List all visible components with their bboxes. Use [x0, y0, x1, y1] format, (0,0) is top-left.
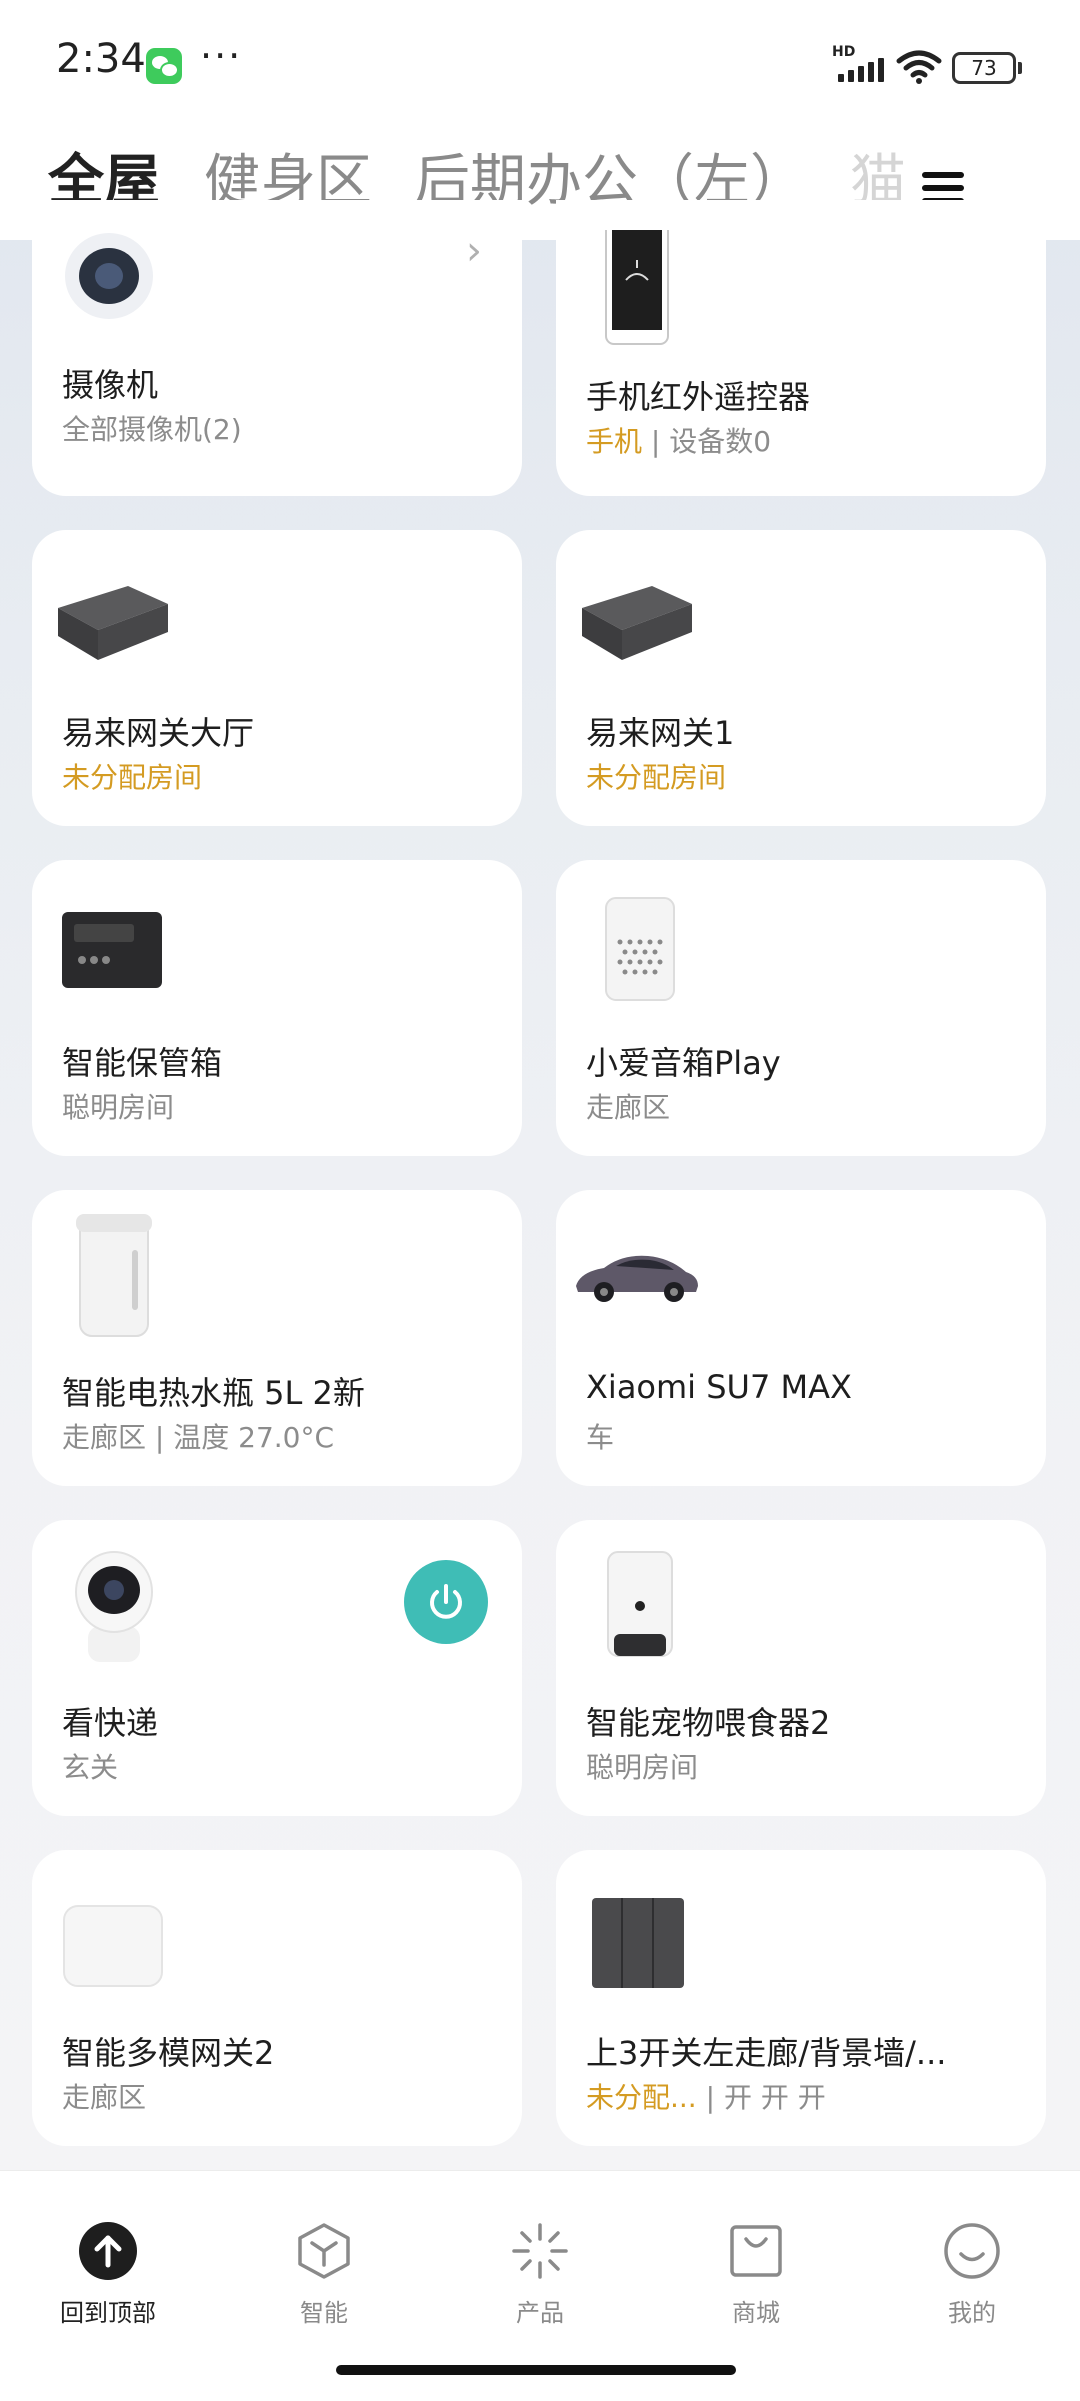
device-card-multimode-gateway[interactable]: 智能多模网关2 走廊区	[32, 1850, 522, 2146]
device-name: 易来网关大厅	[62, 714, 255, 752]
device-card-car[interactable]: Xiaomi SU7 MAX 车	[556, 1190, 1046, 1486]
shopping-bag-icon	[730, 2225, 782, 2277]
device-name: 智能多模网关2	[62, 2034, 275, 2072]
cube-icon	[298, 2223, 350, 2279]
switch-device-icon	[592, 1898, 684, 1988]
nav-label: 我的	[948, 2299, 996, 2327]
more-notifications-icon: ···	[200, 34, 243, 78]
device-subtitle: 走廊区	[586, 1091, 671, 1124]
device-subtitle: 走廊区	[62, 2081, 147, 2114]
device-room-unassigned: 未分配房间	[586, 761, 727, 794]
device-name: 智能保管箱	[62, 1044, 223, 1082]
battery-indicator: 73	[952, 52, 1022, 84]
safe-device-icon	[62, 912, 162, 988]
nav-products[interactable]: 产品	[480, 2221, 600, 2328]
kettle-device-icon	[76, 1214, 152, 1337]
chevron-right-icon[interactable]: ›	[466, 228, 482, 274]
device-subtitle: 聪明房间	[586, 1751, 699, 1784]
status-time: 2:34	[56, 36, 146, 82]
nav-profile[interactable]: 我的	[912, 2221, 1032, 2328]
nav-label: 回到顶部	[60, 2299, 156, 2327]
device-name: 摄像机	[62, 366, 159, 404]
device-name: 智能电热水瓶 5L 2新	[62, 1374, 365, 1412]
nav-label: 产品	[516, 2299, 564, 2327]
camera-device-icon	[65, 233, 153, 319]
gateway-device-icon	[63, 1905, 163, 1987]
gateway-device-icon	[582, 586, 692, 660]
device-count: 设备数0	[669, 425, 772, 458]
power-toggle-button[interactable]	[404, 1560, 488, 1644]
speaker-device-icon	[605, 897, 675, 1001]
device-card-smart-safe[interactable]: 智能保管箱 聪明房间	[32, 860, 522, 1156]
status-bar: 2:34 ··· HD 73	[0, 0, 1080, 130]
nav-back-to-top[interactable]: 回到顶部	[48, 2221, 168, 2328]
signal-icon	[838, 58, 886, 82]
device-card-pet-feeder[interactable]: 智能宠物喂食器2 聪明房间	[556, 1520, 1046, 1816]
device-name: Xiaomi SU7 MAX	[586, 1368, 852, 1406]
device-subtitle: 聪明房间	[62, 1091, 175, 1124]
device-card-camera[interactable]: › 摄像机 全部摄像机(2)	[32, 200, 522, 496]
device-name: 上3开关左走廊/背景墙/...	[586, 2034, 947, 2072]
nav-smart[interactable]: 智能	[264, 2221, 384, 2328]
separator: |	[650, 425, 670, 458]
device-name: 手机红外遥控器	[586, 378, 811, 416]
nav-label: 商城	[732, 2299, 780, 2327]
device-card-delivery-camera[interactable]: 看快递 玄关	[32, 1520, 522, 1816]
nav-mall[interactable]: 商城	[696, 2221, 816, 2328]
power-icon	[430, 1584, 462, 1619]
device-name: 智能宠物喂食器2	[586, 1704, 831, 1742]
device-card-electric-kettle[interactable]: 智能电热水瓶 5L 2新 走廊区 | 温度 27.0°C	[32, 1190, 522, 1486]
device-room-unassigned: 未分配房间	[62, 761, 203, 794]
pet-feeder-device-icon	[607, 1551, 673, 1657]
separator: |	[705, 2081, 724, 2114]
switch-states: 开 开 开	[723, 2081, 826, 2114]
device-subtitle: 全部摄像机(2)	[62, 413, 242, 446]
device-subtitle: 走廊区 | 温度 27.0°C	[62, 1421, 335, 1454]
device-name: 易来网关1	[586, 714, 735, 752]
device-card-gateway-1[interactable]: 易来网关1 未分配房间	[556, 530, 1046, 826]
arrow-up-icon	[79, 2222, 137, 2280]
device-subtitle: 玄关	[62, 1751, 119, 1784]
wechat-notification-icon	[146, 48, 182, 84]
nav-label: 智能	[300, 2299, 348, 2327]
device-card-smart-speaker[interactable]: 小爱音箱Play 走廊区	[556, 860, 1046, 1156]
device-name: 看快递	[62, 1704, 159, 1742]
device-card-ir-remote[interactable]: 手机红外遥控器 手机 | 设备数0	[556, 200, 1046, 496]
device-room-mobile: 手机	[586, 425, 643, 458]
smiley-icon	[944, 2223, 1000, 2279]
device-name: 小爱音箱Play	[586, 1044, 781, 1082]
device-room-unassigned: 未分配...	[586, 2081, 697, 2114]
sparkle-icon	[512, 2223, 568, 2279]
device-card-wall-switch[interactable]: 上3开关左走廊/背景墙/... 未分配... | 开 开 开	[556, 1850, 1046, 2146]
device-subtitle: 车	[586, 1421, 615, 1454]
car-device-icon	[576, 1255, 698, 1302]
wifi-icon	[896, 50, 942, 84]
device-card-gateway-hall[interactable]: 易来网关大厅 未分配房间	[32, 530, 522, 826]
gateway-device-icon	[58, 586, 168, 660]
phone-device-icon	[605, 230, 669, 345]
camera-device-icon	[75, 1551, 153, 1662]
home-indicator[interactable]	[336, 2365, 736, 2375]
